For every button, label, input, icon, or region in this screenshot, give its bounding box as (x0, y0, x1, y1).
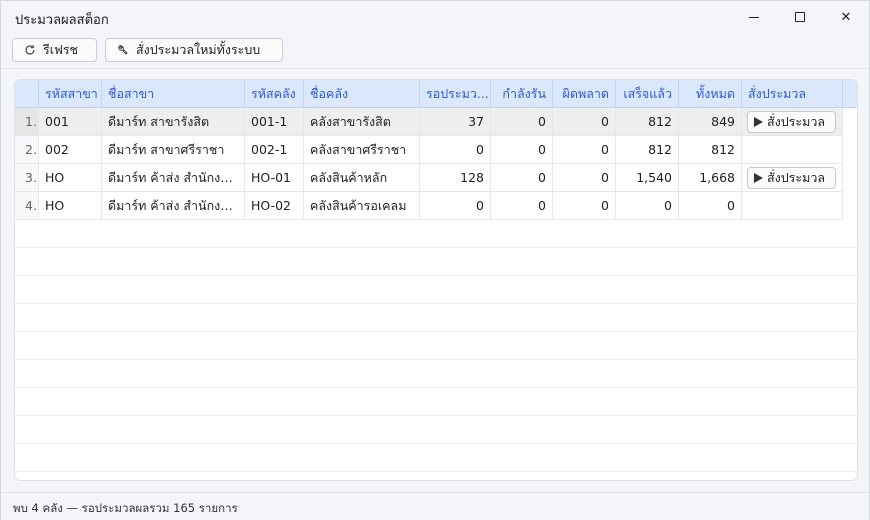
cell-branch-name: ดีมาร์ท สาขารังสิต (102, 108, 245, 136)
cell-done: 0 (616, 192, 679, 220)
table-row[interactable]: 2 002 ดีมาร์ท สาขาศรีราชา 002-1 คลังสาขาศรีร… (15, 136, 857, 164)
maximize-icon (795, 12, 805, 22)
process-button[interactable]: สั่งประมวล (747, 111, 836, 133)
cell-done: 812 (616, 108, 679, 136)
toolbar: รีเฟรช สั่งประมวลใหม่ทั้งระบบ (1, 33, 869, 69)
cell-warehouse-code: HO-02 (245, 192, 304, 220)
header-rownum (15, 80, 39, 108)
cell-action: สั่งประมวล (742, 108, 843, 136)
status-text: พบ 4 คลัง — รอประมวลผลรวม 165 รายการ (13, 501, 238, 515)
empty-row (15, 360, 857, 388)
cell-pending: 0 (420, 136, 491, 164)
cell-running: 0 (491, 192, 553, 220)
empty-row (15, 388, 857, 416)
refresh-label: รีเฟรช (43, 42, 79, 57)
cell-total: 812 (679, 136, 742, 164)
close-button[interactable]: ✕ (823, 1, 869, 33)
cell-branch-name: ดีมาร์ท สาขาศรีราชา (102, 136, 245, 164)
cell-total: 1,668 (679, 164, 742, 192)
process-button-label: สั่งประมวล (767, 114, 826, 129)
header-branch-name[interactable]: ชื่อสาขา (102, 80, 245, 108)
empty-row (15, 444, 857, 472)
row-number: 1 (15, 108, 39, 136)
cell-branch-code: 001 (39, 108, 102, 136)
cell-error: 0 (553, 108, 616, 136)
close-icon: ✕ (840, 9, 852, 25)
cell-branch-code: HO (39, 164, 102, 192)
row-number: 3 (15, 164, 39, 192)
cell-warehouse-name: คลังสาขารังสิต (304, 108, 420, 136)
maximize-button[interactable] (777, 1, 823, 33)
stock-process-grid: รหัสสาขา ชื่อสาขา รหัสคลัง ชื่อคลัง รอปร… (14, 79, 858, 481)
empty-row (15, 304, 857, 332)
empty-row (15, 248, 857, 276)
empty-row (15, 332, 857, 360)
play-icon (754, 117, 763, 127)
status-bar: พบ 4 คลัง — รอประมวลผลรวม 165 รายการ (1, 492, 869, 520)
header-spacer (843, 80, 857, 108)
cell-total: 0 (679, 192, 742, 220)
cell-error: 0 (553, 136, 616, 164)
table-row[interactable]: 3 HO ดีมาร์ท ค้าส่ง สำนักงา... HO-01 คลังสิน… (15, 164, 857, 192)
cell-pending: 128 (420, 164, 491, 192)
grid-header: รหัสสาขา ชื่อสาขา รหัสคลัง ชื่อคลัง รอปร… (15, 80, 857, 108)
refresh-button[interactable]: รีเฟรช (12, 38, 97, 62)
empty-row (15, 276, 857, 304)
cell-warehouse-name: คลังสินค้ารอเคลม (304, 192, 420, 220)
cell-action (742, 136, 843, 164)
cell-branch-name: ดีมาร์ท ค้าส่ง สำนักงา... (102, 192, 245, 220)
title-bar: ประมวลผลสต็อก ✕ (1, 1, 869, 33)
header-error[interactable]: ผิดพลาด (553, 80, 616, 108)
table-row[interactable]: 4 HO ดีมาร์ท ค้าส่ง สำนักงา... HO-02 คลังสิน… (15, 192, 857, 220)
table-row[interactable]: 1 001 ดีมาร์ท สาขารังสิต 001-1 คลังสาขารังสิ… (15, 108, 857, 136)
cell-warehouse-code: HO-01 (245, 164, 304, 192)
cell-error: 0 (553, 164, 616, 192)
header-total[interactable]: ทั้งหมด (679, 80, 742, 108)
cell-action (742, 192, 843, 220)
reprocess-all-button[interactable]: สั่งประมวลใหม่ทั้งระบบ (105, 38, 283, 62)
cell-branch-code: 002 (39, 136, 102, 164)
header-branch-code[interactable]: รหัสสาขา (39, 80, 102, 108)
refresh-icon (23, 43, 37, 57)
empty-row (15, 472, 857, 480)
cell-done: 1,540 (616, 164, 679, 192)
cell-branch-name: ดีมาร์ท ค้าส่ง สำนักงา... (102, 164, 245, 192)
header-done[interactable]: เสร็จแล้ว (616, 80, 679, 108)
header-warehouse-code[interactable]: รหัสคลัง (245, 80, 304, 108)
empty-row (15, 220, 857, 248)
app-window: ประมวลผลสต็อก ✕ รีเฟรช สั่งประมวลใหม่ทั้… (0, 0, 870, 520)
minimize-button[interactable] (731, 1, 777, 33)
reprocess-all-label: สั่งประมวลใหม่ทั้งระบบ (136, 42, 261, 57)
header-warehouse-name[interactable]: ชื่อคลัง (304, 80, 420, 108)
cell-warehouse-code: 002-1 (245, 136, 304, 164)
cell-warehouse-name: คลังสินค้าหลัก (304, 164, 420, 192)
header-action: สั่งประมวล (742, 80, 843, 108)
cell-pending: 37 (420, 108, 491, 136)
cell-running: 0 (491, 136, 553, 164)
process-button-label: สั่งประมวล (767, 170, 826, 185)
cell-running: 0 (491, 164, 553, 192)
cell-running: 0 (491, 108, 553, 136)
wrench-icon (116, 43, 130, 57)
cell-total: 849 (679, 108, 742, 136)
window-title: ประมวลผลสต็อก (15, 13, 109, 28)
cell-branch-code: HO (39, 192, 102, 220)
cell-error: 0 (553, 192, 616, 220)
cell-warehouse-code: 001-1 (245, 108, 304, 136)
empty-row (15, 416, 857, 444)
cell-warehouse-name: คลังสาขาศรีราชา (304, 136, 420, 164)
header-pending[interactable]: รอประมว... (420, 80, 491, 108)
cell-action: สั่งประมวล (742, 164, 843, 192)
row-number: 4 (15, 192, 39, 220)
cell-done: 812 (616, 136, 679, 164)
row-number: 2 (15, 136, 39, 164)
cell-pending: 0 (420, 192, 491, 220)
process-button[interactable]: สั่งประมวล (747, 167, 836, 189)
minimize-icon (749, 16, 759, 18)
header-running[interactable]: กำลังรัน (491, 80, 553, 108)
play-icon (754, 173, 763, 183)
